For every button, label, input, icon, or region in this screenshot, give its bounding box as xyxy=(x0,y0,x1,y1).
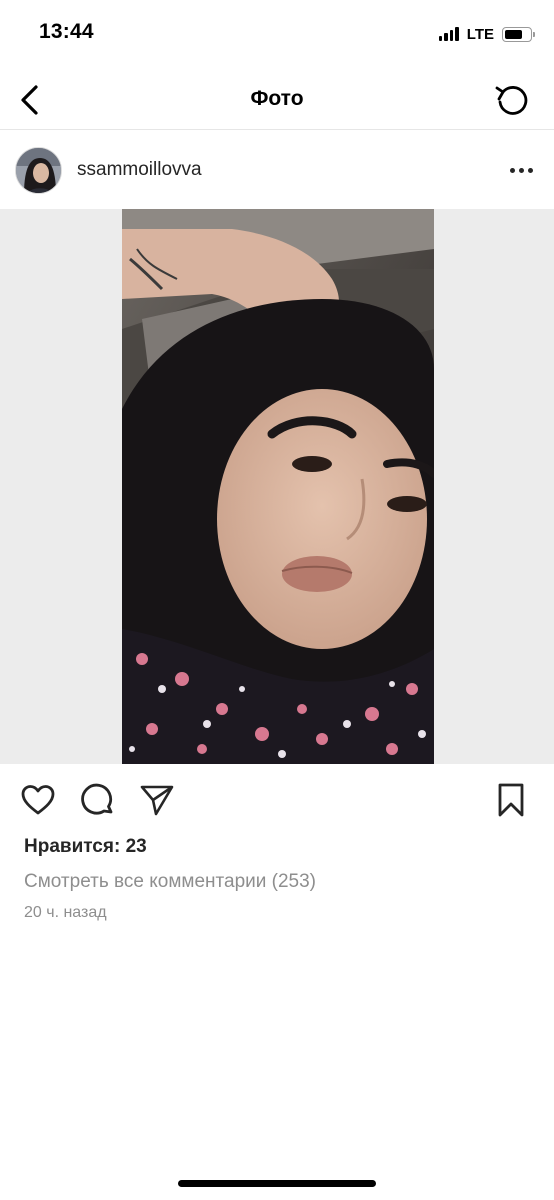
refresh-button[interactable] xyxy=(490,78,534,122)
avatar-image xyxy=(16,148,61,193)
more-horizontal-icon xyxy=(509,167,515,173)
carrier-label: LTE xyxy=(466,25,494,43)
page-title: Фото xyxy=(250,87,304,110)
post-media[interactable] xyxy=(0,209,554,764)
status-indicators: LTE xyxy=(438,24,535,44)
send-icon xyxy=(140,785,174,816)
battery-icon xyxy=(502,26,535,42)
save-button[interactable] xyxy=(491,780,531,820)
battery-level xyxy=(505,29,522,39)
post-timestamp: 20 ч. назад xyxy=(24,904,107,921)
comment-button[interactable] xyxy=(78,780,118,820)
like-button[interactable] xyxy=(18,780,58,820)
refresh-icon xyxy=(495,86,528,115)
bookmark-icon xyxy=(498,783,524,817)
home-indicator[interactable] xyxy=(178,1180,376,1187)
nav-bar: Фото xyxy=(0,70,554,130)
share-button[interactable] xyxy=(137,780,177,820)
signal-bars-icon xyxy=(438,27,459,41)
post-actions xyxy=(0,776,554,824)
heart-icon xyxy=(21,785,55,815)
comment-icon xyxy=(81,783,113,815)
post-header: ssammoillovva xyxy=(0,131,554,209)
username[interactable]: ssammoillovva xyxy=(77,159,202,181)
status-time: 13:44 xyxy=(39,20,94,43)
view-all-comments-link[interactable]: Смотреть все комментарии (253) xyxy=(24,871,316,893)
more-options-button[interactable] xyxy=(504,157,538,183)
post-photo xyxy=(122,209,434,764)
status-bar: 13:44 LTE xyxy=(0,0,554,70)
like-count[interactable]: Нравится: 23 xyxy=(24,836,147,858)
avatar[interactable] xyxy=(15,147,62,194)
